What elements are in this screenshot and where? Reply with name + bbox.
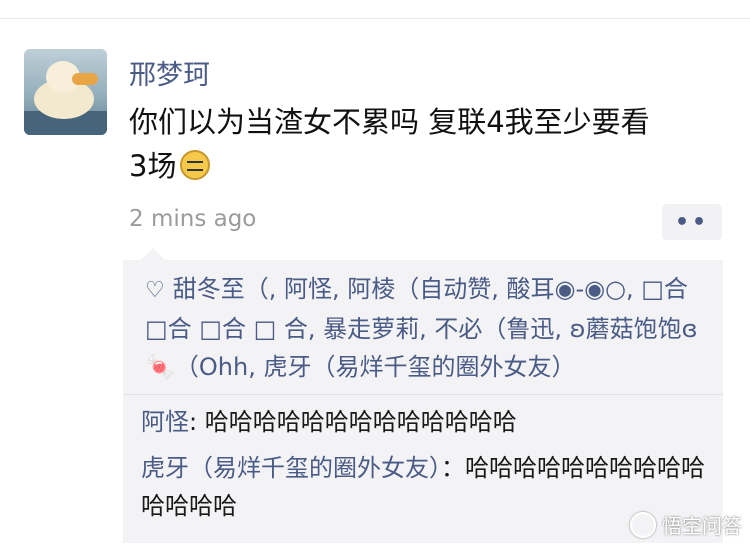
heart-icon: ♡ (145, 278, 165, 303)
watermark-logo-icon (630, 511, 656, 538)
comment-text: : 哈哈哈哈哈哈哈哈哈哈哈哈哈 (189, 408, 517, 436)
comment-box: ♡ 甜冬至（, 阿怪, 阿棱（自动赞, 酸耳◉-◉○, □合 □合 □合 □ 合,… (123, 248, 723, 543)
username[interactable]: 邢梦珂 (129, 53, 210, 92)
cool-emoji-icon (180, 150, 211, 180)
top-divider (0, 18, 750, 19)
post-message-line2: 3场 (129, 149, 177, 183)
comment-item[interactable]: 阿怪: 哈哈哈哈哈哈哈哈哈哈哈哈哈 (123, 395, 723, 441)
likes-list: ♡ 甜冬至（, 阿怪, 阿棱（自动赞, 酸耳◉-◉○, □合 □合 □合 □ 合,… (123, 260, 723, 394)
comment-author[interactable]: 虎牙（易烊千玺的圈外女友） (141, 454, 441, 482)
post-message: 你们以为当渣女不累吗 复联4我至少要看 3场 (129, 100, 729, 188)
comment-author[interactable]: 阿怪 (141, 408, 189, 436)
post-message-line1: 你们以为当渣女不累吗 复联4我至少要看 (129, 105, 650, 139)
watermark-text: 悟空问答 (662, 514, 742, 538)
moments-post: 邢梦珂 你们以为当渣女不累吗 复联4我至少要看 3场 2 mins ago ••… (0, 0, 750, 547)
more-button[interactable]: •• (662, 204, 722, 240)
post-timestamp: 2 mins ago (129, 206, 257, 232)
watermark: 悟空问答 (630, 510, 742, 539)
likes-names[interactable]: 甜冬至（, 阿怪, 阿棱（自动赞, 酸耳◉-◉○, □合 □合 □合 □ 合, … (145, 275, 698, 381)
avatar[interactable] (24, 49, 107, 135)
